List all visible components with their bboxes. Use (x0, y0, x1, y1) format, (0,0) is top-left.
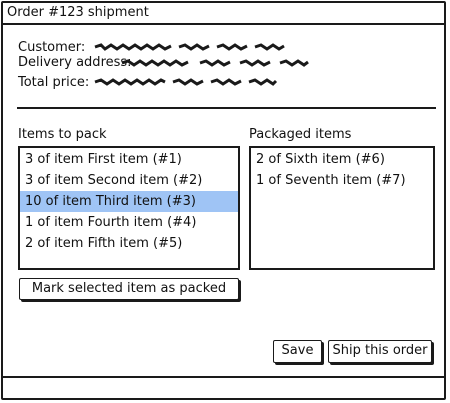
ship-order-button[interactable]: Ship this order (328, 340, 432, 363)
total-price-value-redacted (94, 78, 278, 86)
items-to-pack-label: Items to pack (18, 127, 107, 142)
total-price-row: Total price: (18, 75, 89, 90)
delivery-address-label: Delivery address: (18, 55, 132, 70)
window-title: Order #123 shipment (7, 5, 149, 20)
save-button[interactable]: Save (273, 340, 322, 363)
list-item[interactable]: 2 of item Fifth item (#5) (20, 233, 238, 254)
items-to-pack-list[interactable]: 3 of item First item (#1) 3 of item Secon… (18, 146, 240, 270)
packaged-items-label: Packaged items (249, 127, 352, 142)
status-bar (3, 376, 444, 398)
list-item[interactable]: 3 of item First item (#1) (20, 149, 238, 170)
list-item[interactable]: 10 of item Third item (#3) (20, 191, 238, 212)
customer-row: Customer: (18, 40, 85, 55)
delivery-address-value-redacted (121, 59, 309, 67)
order-shipment-window: Order #123 shipment Customer: Delivery a… (1, 1, 446, 400)
delivery-row: Delivery address: (18, 55, 132, 70)
list-item[interactable]: 1 of Seventh item (#7) (251, 170, 433, 191)
total-price-label: Total price: (18, 75, 90, 90)
customer-value-redacted (94, 43, 285, 51)
list-item[interactable]: 2 of Sixth item (#6) (251, 149, 433, 170)
list-item[interactable]: 1 of item Fourth item (#4) (20, 212, 238, 233)
title-bar: Order #123 shipment (3, 3, 444, 25)
mark-packed-button[interactable]: Mark selected item as packed (19, 278, 239, 300)
section-divider (17, 107, 436, 109)
packaged-items-list[interactable]: 2 of Sixth item (#6) 1 of Seventh item (#… (249, 146, 435, 270)
list-item[interactable]: 3 of item Second item (#2) (20, 170, 238, 191)
customer-label: Customer: (18, 40, 86, 55)
